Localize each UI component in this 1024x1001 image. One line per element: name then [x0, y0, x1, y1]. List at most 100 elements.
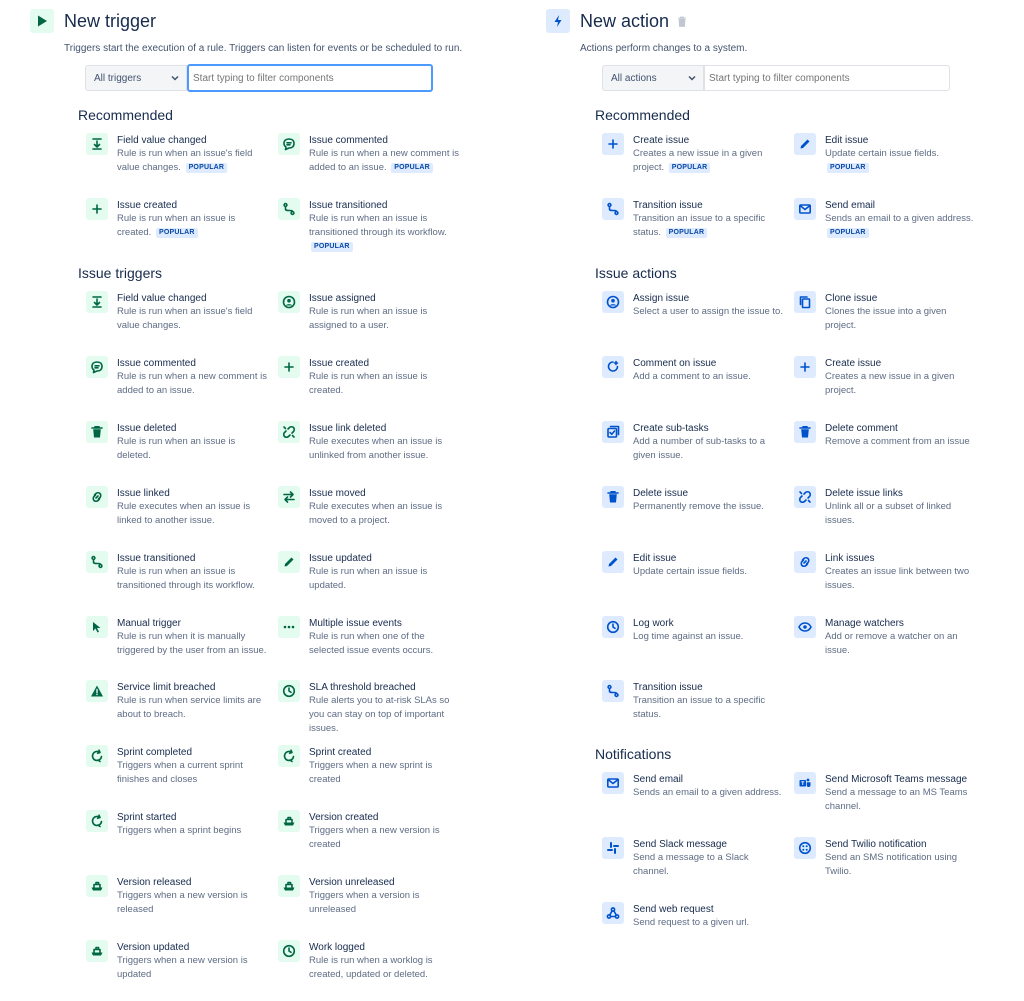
- component-description-text: Send a message to an MS Teams channel.: [825, 787, 968, 812]
- component-text: Version released Triggers when a new vers…: [117, 875, 268, 917]
- component-item[interactable]: Field value changed Rule is run when an i…: [86, 291, 268, 333]
- trigger-description: Triggers start the execution of a rule. …: [64, 43, 463, 54]
- component-item[interactable]: Edit issue Update certain issue fields.: [602, 550, 784, 579]
- component-text: Edit issue Update certain issue fields. P…: [825, 133, 976, 175]
- component-item[interactable]: Version released Triggers when a new vers…: [86, 875, 268, 917]
- pencil-icon: [278, 550, 300, 573]
- component-item[interactable]: Issue transitioned Rule is run when an is…: [278, 197, 460, 254]
- component-name: Clone issue: [825, 293, 878, 304]
- component-name: Issue commented: [117, 357, 196, 369]
- email-icon: [794, 197, 816, 220]
- pencil-icon: [794, 133, 816, 155]
- trigger-header: New trigger: [30, 3, 490, 39]
- component-description-text: Select a user to assign the issue to.: [633, 306, 783, 317]
- component-item[interactable]: Issue deleted Rule is run when an issue i…: [86, 420, 268, 463]
- component-description: Add or remove a watcher on an issue.: [825, 630, 976, 658]
- trigger-panel: New trigger Triggers start the execution…: [30, 0, 490, 93]
- trash-icon: [86, 420, 108, 443]
- component-item[interactable]: Send Microsoft Teams message Send a messa…: [794, 772, 976, 814]
- component-item[interactable]: Delete issue links Unlink all or a subset…: [794, 485, 976, 528]
- component-description: Rule is run when one of the selected iss…: [309, 630, 460, 658]
- component-description: Transition an issue to a specific status…: [633, 694, 784, 722]
- component-item[interactable]: Issue created Rule is run when an issue i…: [278, 355, 460, 398]
- component-text: SLA threshold breached Rule alerts you to…: [309, 680, 460, 736]
- component-item[interactable]: Log work Log time against an issue.: [602, 615, 784, 644]
- component-description: Sends an email to a given address.: [633, 786, 784, 800]
- component-description: Triggers when a new version is created: [309, 824, 460, 852]
- trash-icon[interactable]: [677, 16, 687, 27]
- trigger-type-select[interactable]: All triggers: [85, 65, 187, 91]
- component-item[interactable]: Issue created Rule is run when an issue i…: [86, 197, 268, 240]
- component-item[interactable]: Send web request Send request to a given …: [602, 901, 784, 930]
- component-item[interactable]: Issue transitioned Rule is run when an is…: [86, 550, 268, 593]
- component-text: Comment on issue Add a comment to an issu…: [633, 356, 784, 384]
- component-text: Field value changed Rule is run when an i…: [117, 133, 268, 175]
- component-item[interactable]: Issue linked Rule executes when an issue …: [86, 485, 268, 528]
- component-text: Work logged Rule is run when a worklog is…: [309, 940, 460, 982]
- component-name: Multiple issue events: [309, 617, 402, 629]
- component-item[interactable]: Delete issue Permanently remove the issue…: [602, 485, 784, 514]
- component-item[interactable]: Create issue Creates a new issue in a giv…: [602, 133, 784, 175]
- component-item[interactable]: Create issue Creates a new issue in a giv…: [794, 355, 976, 398]
- component-description-text: Rule is run when an issue is created.: [309, 370, 428, 396]
- component-item[interactable]: Service limit breached Rule is run when s…: [86, 680, 268, 722]
- trigger-recommended-title: Recommended: [78, 107, 173, 123]
- popular-badge: POPULAR: [665, 227, 708, 238]
- component-item[interactable]: Issue commented Rule is run when a new co…: [86, 355, 268, 398]
- component-item[interactable]: Version created Triggers when a new versi…: [278, 810, 460, 852]
- unlink-icon: [794, 485, 816, 508]
- component-text: Delete issue Permanently remove the issue…: [633, 486, 784, 514]
- component-name: Service limit breached: [117, 682, 216, 694]
- trigger-type-select-value: All triggers: [94, 72, 142, 84]
- component-name: Create issue: [633, 135, 690, 146]
- component-item[interactable]: Issue moved Rule executes when an issue i…: [278, 485, 460, 528]
- action-type-select[interactable]: All actions: [602, 65, 704, 91]
- component-item[interactable]: Create sub-tasks Add a number of sub-task…: [602, 420, 784, 463]
- component-item[interactable]: Send email Sends an email to a given addr…: [794, 197, 976, 240]
- component-item[interactable]: Issue commented Rule is run when a new co…: [278, 133, 460, 175]
- component-item[interactable]: Field value changed Rule is run when an i…: [86, 133, 268, 175]
- component-item[interactable]: Issue link deleted Rule executes when an …: [278, 420, 460, 463]
- component-item[interactable]: Comment on issue Add a comment to an issu…: [602, 355, 784, 384]
- field-change-icon: [86, 291, 108, 313]
- component-item[interactable]: Sprint completed Triggers when a current …: [86, 745, 268, 787]
- component-name: Send email: [633, 774, 684, 785]
- pencil-icon: [602, 550, 624, 573]
- component-description-text: Rule alerts you to at-risk SLAs so you c…: [309, 695, 450, 735]
- component-item[interactable]: Send Slack message Send a message to a Sl…: [602, 836, 784, 879]
- component-item[interactable]: Assign issue Select a user to assign the …: [602, 291, 784, 319]
- component-item[interactable]: Work logged Rule is run when a worklog is…: [278, 940, 460, 982]
- component-name: Issue transitioned: [117, 552, 196, 564]
- component-item[interactable]: Sprint created Triggers when a new sprint…: [278, 745, 460, 787]
- component-text: Sprint completed Triggers when a current …: [117, 745, 268, 787]
- component-description-text: Remove a comment from an issue: [825, 435, 970, 447]
- component-item[interactable]: Send email Sends an email to a given addr…: [602, 772, 784, 800]
- trigger-search-input[interactable]: [187, 64, 433, 92]
- component-item[interactable]: Edit issue Update certain issue fields. P…: [794, 133, 976, 175]
- plus-icon: [86, 197, 108, 220]
- component-item[interactable]: Send Twilio notification Send an SMS noti…: [794, 836, 976, 879]
- action-search-input[interactable]: [704, 65, 950, 91]
- component-description-text: Rule is run when a new comment is added …: [117, 370, 267, 396]
- component-item[interactable]: Sprint started Triggers when a sprint beg…: [86, 810, 268, 838]
- component-item[interactable]: Multiple issue events Rule is run when on…: [278, 615, 460, 658]
- component-description-text: Rule is run when an issue is updated.: [309, 565, 428, 591]
- teams-icon: [794, 772, 816, 794]
- component-item[interactable]: Manual trigger Rule is run when it is man…: [86, 615, 268, 658]
- component-item[interactable]: Version updated Triggers when a new versi…: [86, 940, 268, 982]
- component-description: Send a message to an MS Teams channel.: [825, 786, 976, 814]
- component-text: Link issues Creates an issue link between…: [825, 551, 976, 593]
- component-item[interactable]: Delete comment Remove a comment from an i…: [794, 420, 976, 449]
- component-item[interactable]: Clone issue Clones the issue into a given…: [794, 291, 976, 333]
- component-item[interactable]: Issue assigned Rule is run when an issue …: [278, 291, 460, 333]
- component-name: Send Microsoft Teams message: [825, 774, 968, 785]
- component-item[interactable]: SLA threshold breached Rule alerts you to…: [278, 680, 460, 736]
- component-item[interactable]: Version unreleased Triggers when a versio…: [278, 875, 460, 917]
- component-item[interactable]: Link issues Creates an issue link between…: [794, 550, 976, 593]
- component-item[interactable]: Transition issue Transition an issue to a…: [602, 680, 784, 722]
- component-item[interactable]: Transition issue Transition an issue to a…: [602, 197, 784, 240]
- component-item[interactable]: Manage watchers Add or remove a watcher o…: [794, 615, 976, 658]
- action-description: Actions perform changes to a system.: [580, 43, 748, 54]
- component-description-text: Unlink all or a subset of linked issues.: [825, 500, 952, 526]
- component-item[interactable]: Issue updated Rule is run when an issue i…: [278, 550, 460, 593]
